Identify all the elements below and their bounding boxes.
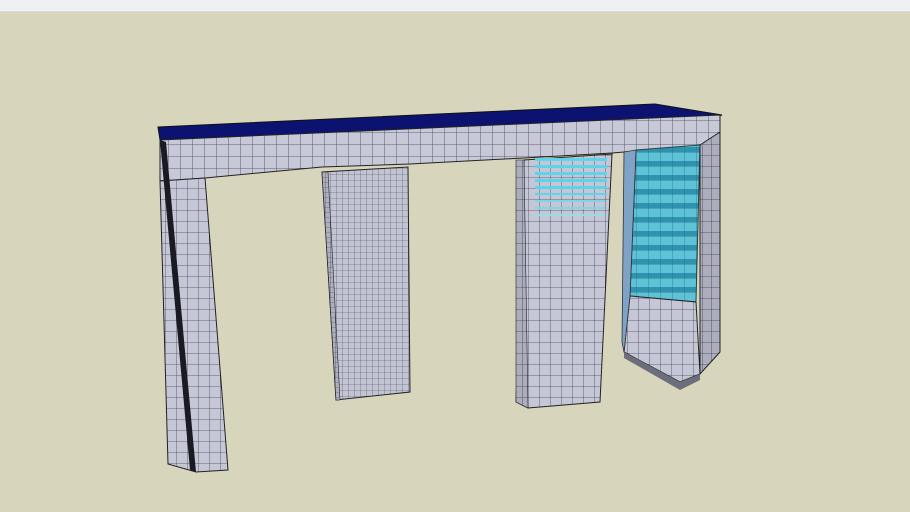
tower-2-glass-bands (535, 158, 607, 216)
tower-3-right-side (699, 131, 721, 376)
tower-2-front (515, 153, 613, 409)
tower-3-glass-face (629, 144, 701, 303)
tower-3-lower-face (623, 295, 701, 383)
3d-model-viewport[interactable] (0, 12, 910, 512)
sketchup-model-render (157, 103, 723, 473)
window-top-bar (0, 0, 910, 12)
